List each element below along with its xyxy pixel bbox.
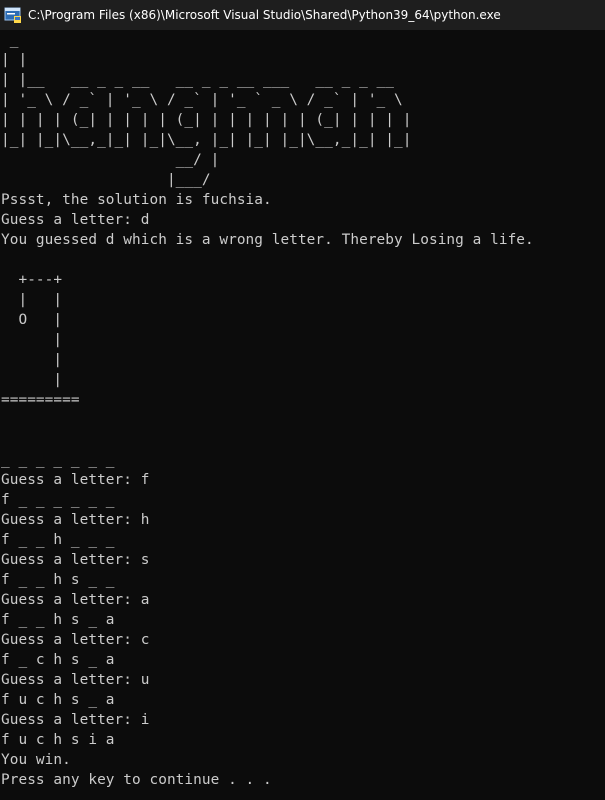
console-output[interactable]: _ | | | |__ __ _ _ __ __ _ _ __ ___ __ _… xyxy=(0,30,605,800)
game-transcript: Pssst, the solution is fuchsia. Guess a … xyxy=(1,192,534,788)
hangman-ascii-banner: _ | | | |__ __ _ _ __ __ _ _ __ ___ __ _… xyxy=(1,32,412,188)
console-window: C:\Program Files (x86)\Microsoft Visual … xyxy=(0,0,605,800)
python-console-icon xyxy=(4,6,22,24)
window-title: C:\Program Files (x86)\Microsoft Visual … xyxy=(28,8,501,22)
title-bar[interactable]: C:\Program Files (x86)\Microsoft Visual … xyxy=(0,0,605,30)
